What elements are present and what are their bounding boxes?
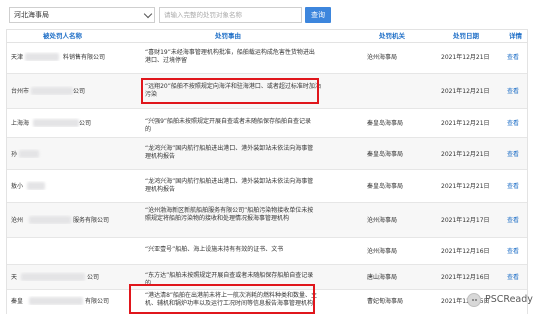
header-reason: 处罚事由 [215,32,241,40]
watermark: PSCReady [467,291,551,309]
row-name: 秦皇 有限公司 [11,297,110,305]
chevron-down-icon [143,9,153,19]
row-date: 2021年12月16日 [441,274,490,281]
view-link[interactable]: 查看 [507,118,519,127]
penalty-target-search-input[interactable]: 请输入完整的处罚对象名称 [159,7,302,23]
row-reason: “喜财19”未经海事管理机构批准，船舶载运构成危害性货物进出港口、过境停留 [145,49,315,64]
row-reason: “龙鸿兴海”国内航行船舶进出港口、港外装卸站未依法向海事管理机构报告 [145,145,314,160]
row-org: 秦皇岛海事局 [367,120,404,127]
row-name: 天公司 [11,273,100,281]
view-link[interactable]: 查看 [507,149,519,158]
province-select-value: 河北海事局 [14,11,49,19]
row-reason: “沧州渤海新区新航船舶服务有限公司”船舶污染物接收单位未按照规定将船舶污染物的接… [145,207,314,222]
header-date: 处罚日期 [453,32,479,40]
view-link[interactable]: 查看 [507,52,519,61]
row-reason: “龙鸿兴海”国内航行船舶进出港口、港外装卸站未依法向海事管理机构报告 [145,178,314,193]
table-row: 敖小 “龙鸿兴海”国内航行船舶进出港口、港外装卸站未依法向海事管理机构报告 秦皇… [7,170,527,203]
table-header: 被处罚人名称 处罚事由 处罚机关 处罚日期 详情 [7,29,527,43]
row-reason: “兴亚壹号”船舶、海上设施未持有有效的证书、文书 [145,246,284,253]
view-link[interactable]: 查看 [507,86,519,95]
highlight-box [141,78,319,104]
table-row: 天津 料销售有限公司 “喜财19”未经海事管理机构批准，船舶载运构成危害性货物进出… [7,42,527,74]
table-row: 孙 “龙鸿兴海”国内航行船舶进出港口、港外装卸站未依法向海事管理机构报告 秦皇岛… [7,138,527,170]
view-link[interactable]: 查看 [507,181,519,190]
search-input-placeholder: 请输入完整的处罚对象名称 [164,11,242,19]
view-link[interactable]: 查看 [507,246,519,255]
row-name: 上海海 公司 [11,119,92,127]
row-org: 秦皇岛海事局 [367,183,404,190]
row-org: 沧州海事局 [367,248,398,255]
table-row: 公司 “兴亚壹号”船舶、海上设施未持有有效的证书、文书 沧州海事局 2021年1… [7,238,527,265]
row-org: 曹妃甸海事局 [367,298,404,305]
highlight-box [129,284,315,314]
row-date: 2021年12月17日 [441,217,490,224]
row-reason: “兴强9”船舶未按照规定开展自查或者未随船保存船舶自查记录的 [145,118,312,133]
row-name: 台州市 公司 [11,87,86,95]
row-name: 沧州 服务有限公司 [11,216,110,224]
row-name: 天津 料销售有限公司 [11,53,106,61]
header-org: 处罚机关 [379,32,405,40]
province-select[interactable]: 河北海事局 [9,7,155,23]
row-name: 孙 [11,149,121,158]
row-date: 2021年12月21日 [441,151,490,158]
watermark-text: PSCReady [485,294,533,305]
row-date: 2021年12月21日 [441,88,490,95]
view-link[interactable]: 查看 [507,215,519,224]
row-date: 2021年12月21日 [441,120,490,127]
wechat-icon [467,293,481,307]
view-link[interactable]: 查看 [507,272,519,281]
row-org: 沧州海事局 [367,54,398,61]
header-name: 被处罚人名称 [43,32,82,40]
table-row: 沧州 服务有限公司 “沧州渤海新区新航船舶服务有限公司”船舶污染物接收单位未按照规… [7,203,527,238]
row-name: 敖小 [11,181,121,190]
row-org: 秦皇岛海事局 [367,151,404,158]
row-org: 沧州海事局 [367,217,398,224]
table-row: 上海海 公司 “兴强9”船舶未按照规定开展自查或者未随船保存船舶自查记录的 秦皇岛… [7,109,527,138]
penalty-table: 被处罚人名称 处罚事由 处罚机关 处罚日期 详情 天津 料销售有限公司 “喜财19… [6,29,528,314]
query-button[interactable]: 查询 [305,7,331,23]
header-detail: 详情 [509,32,522,40]
search-bar: 河北海事局 请输入完整的处罚对象名称 查询 [0,0,554,28]
row-org: 唐山海事局 [367,274,398,281]
row-date: 2021年12月21日 [441,54,490,61]
row-date: 2021年12月16日 [441,248,490,255]
row-date: 2021年12月21日 [441,183,490,190]
